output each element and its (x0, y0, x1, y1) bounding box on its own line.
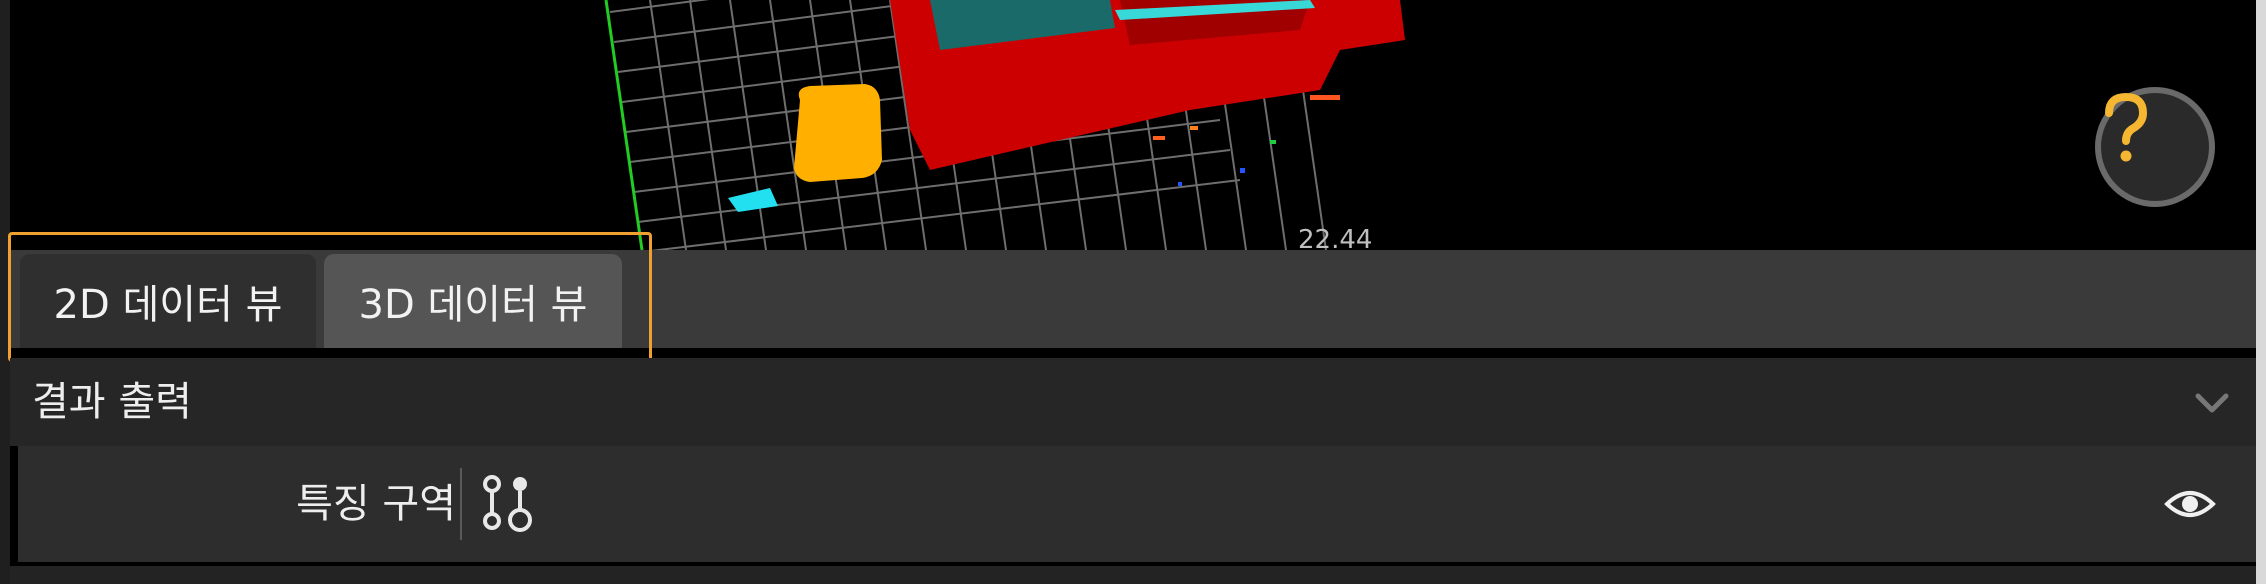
right-edge (2256, 0, 2266, 584)
scatter-point (1178, 182, 1182, 186)
row-divider (460, 468, 462, 540)
axis-value-label: 22.44 (1298, 225, 1372, 250)
tab-label: 2D 데이터 뷰 (53, 282, 283, 328)
result-output-section-header[interactable]: 결과 출력 (10, 358, 2256, 446)
tab-2d-data-view[interactable]: 2D 데이터 뷰 (20, 254, 316, 348)
help-button[interactable] (2095, 87, 2215, 207)
scatter-point (1310, 95, 1340, 100)
chevron-down-icon[interactable] (2190, 380, 2234, 424)
y-axis-line (604, 0, 644, 250)
orange-point-cloud (794, 84, 882, 182)
scatter-point (1240, 168, 1245, 173)
question-icon (2105, 93, 2148, 162)
feature-region-row: 특징 구역 (18, 446, 2256, 562)
tab-3d-data-view[interactable]: 3D 데이터 뷰 (324, 254, 622, 348)
tab-label: 3D 데이터 뷰 (358, 282, 588, 328)
point-cloud-scene: 22.44 (604, 0, 1405, 250)
3d-viewport[interactable]: 22.44 (10, 0, 2256, 250)
cyan-point-cloud (728, 188, 778, 212)
eye-icon[interactable] (2164, 482, 2216, 526)
section-title: 결과 출력 (32, 379, 192, 425)
row-label: 특징 구역 (296, 481, 456, 527)
next-row-stub (10, 566, 2256, 584)
scatter-point (1270, 140, 1276, 144)
feature-region-icon[interactable] (480, 474, 536, 534)
left-edge (0, 0, 10, 584)
scatter-point (1190, 126, 1198, 130)
scatter-point (1153, 136, 1165, 140)
